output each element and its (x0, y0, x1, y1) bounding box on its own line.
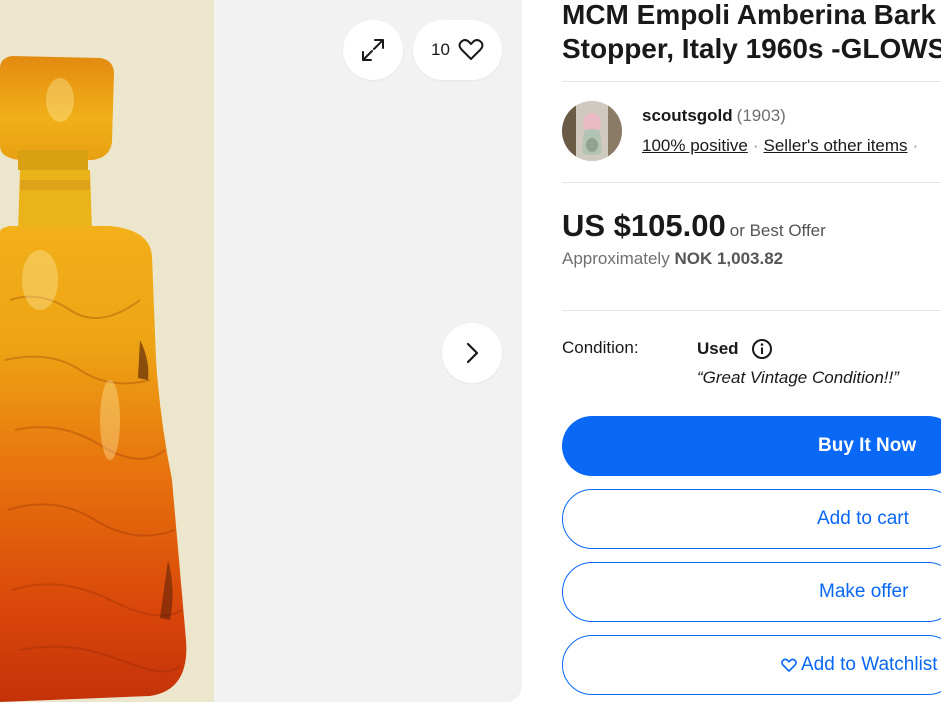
listing-title-line1: MCM Empoli Amberina Bark (562, 0, 936, 30)
condition-note: “Great Vintage Condition!!” (697, 368, 899, 387)
listing-title: MCM Empoli Amberina Bark Stopper, Italy … (562, 0, 941, 66)
condition-value-row: Used (697, 338, 773, 360)
price-row: US $105.00 or Best Offer (562, 208, 826, 244)
seller-positive-link[interactable]: 100% positive (642, 136, 748, 155)
seller-avatar-image (562, 101, 622, 161)
seller-links: 100% positive · Seller's other items · (642, 136, 923, 156)
condition-value: Used (697, 339, 739, 358)
make-offer-label: Make offer (819, 581, 909, 602)
approx-label: Approximately (562, 249, 670, 268)
price-amount: US $105.00 (562, 208, 726, 243)
seller-avatar[interactable] (562, 101, 622, 161)
heart-icon (781, 658, 797, 673)
image-gallery: 10 (0, 0, 522, 702)
divider (562, 310, 941, 311)
approx-price: Approximately NOK 1,003.82 (562, 249, 783, 269)
divider (562, 81, 941, 82)
buy-it-now-button[interactable]: Buy It Now (562, 416, 941, 476)
product-photo[interactable] (0, 0, 214, 702)
make-offer-button[interactable]: Make offer (562, 562, 941, 622)
seller-feedback-score: (1903) (736, 106, 786, 125)
add-to-cart-button[interactable]: Add to cart (562, 489, 941, 549)
condition-label: Condition: (562, 338, 639, 357)
expand-icon (362, 39, 384, 61)
info-icon[interactable] (751, 338, 773, 360)
chevron-right-icon (466, 342, 479, 364)
watch-count: 10 (431, 40, 450, 59)
seller-name[interactable]: scoutsgold (642, 106, 733, 125)
listing-details: MCM Empoli Amberina Bark Stopper, Italy … (562, 0, 941, 702)
heart-icon (458, 39, 484, 60)
add-to-watchlist-label: Add to Watchlist (801, 654, 938, 675)
listing-title-line2: Stopper, Italy 1960s -GLOWS (562, 33, 941, 64)
amberina-decanter-image (0, 0, 214, 702)
approx-value: NOK 1,003.82 (674, 249, 784, 268)
watch-button[interactable]: 10 (413, 20, 502, 80)
next-image-button[interactable] (442, 323, 502, 383)
best-offer-label: or Best Offer (729, 221, 826, 240)
add-to-watchlist-button[interactable]: Add to Watchlist (562, 635, 941, 695)
seller-other-items-link[interactable]: Seller's other items (764, 136, 908, 155)
divider (562, 182, 941, 183)
buy-it-now-label: Buy It Now (818, 435, 917, 456)
seller-info: scoutsgold (1903) (642, 106, 786, 126)
separator-dot: · (752, 136, 759, 155)
separator-dot: · (912, 136, 919, 155)
expand-image-button[interactable] (343, 20, 403, 80)
add-to-cart-label: Add to cart (817, 508, 909, 529)
